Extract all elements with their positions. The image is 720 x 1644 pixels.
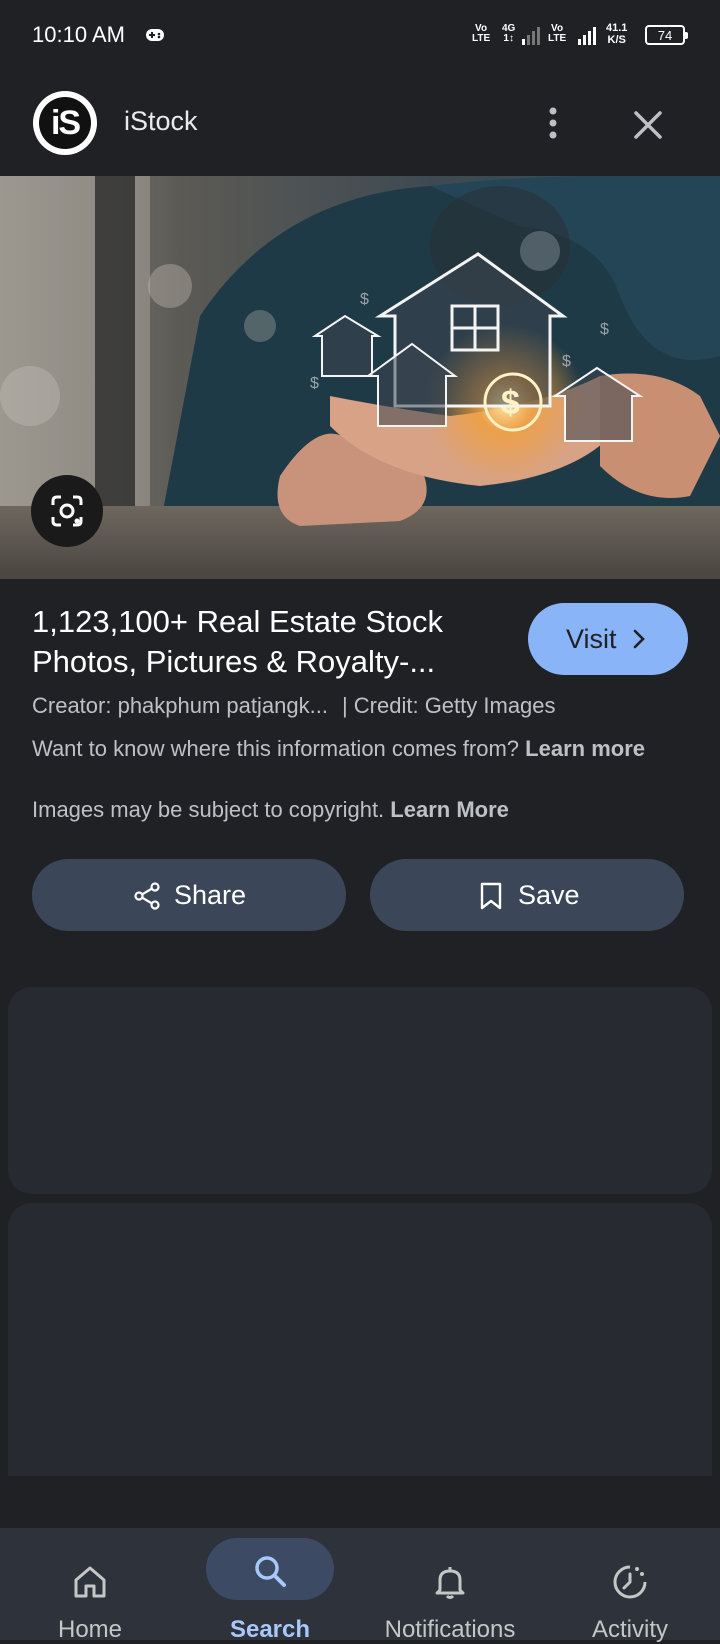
svg-text:$: $ — [310, 375, 319, 392]
google-lens-button[interactable] — [31, 475, 103, 547]
activity-icon — [610, 1562, 650, 1602]
nav-activity[interactable]: Activity — [540, 1528, 720, 1640]
nav-notifications[interactable]: Notifications — [360, 1528, 540, 1640]
signal-weak-icon — [520, 25, 542, 47]
network-4g-indicator: 4G1↕ — [502, 24, 515, 44]
game-controller-icon — [146, 28, 164, 42]
site-name: iStock — [124, 106, 198, 137]
related-content-card — [8, 1203, 712, 1476]
volte-indicator-2: VoLTE — [548, 24, 566, 44]
svg-text:$: $ — [600, 321, 609, 338]
status-bar: 10:10 AM VoLTE 4G1↕ VoLTE 41.1K/S 74 — [0, 0, 720, 72]
image-attribution: Creator: phakphum patjangk... | Credit: G… — [32, 693, 556, 719]
lens-camera-icon — [31, 475, 103, 547]
more-options-icon[interactable] — [538, 103, 568, 143]
site-logo: iS — [33, 91, 97, 155]
volte-indicator-1: VoLTE — [472, 24, 490, 44]
copyright-notice: Images may be subject to copyright. Lear… — [32, 797, 509, 823]
credit-text: | Credit: Getty Images — [342, 693, 556, 718]
status-time: 10:10 AM — [32, 22, 125, 48]
svg-text:$: $ — [562, 353, 571, 370]
copyright-learn-more-link[interactable]: Learn More — [390, 797, 509, 822]
battery-icon: 74 — [645, 25, 685, 45]
related-content-card — [8, 987, 712, 1194]
search-icon — [250, 1551, 290, 1591]
learn-more-link[interactable]: Learn more — [525, 736, 645, 761]
svg-text:$: $ — [501, 384, 520, 422]
signal-full-icon — [576, 25, 600, 47]
visit-button[interactable]: Visit — [528, 603, 688, 675]
close-icon[interactable] — [628, 105, 668, 145]
share-icon — [132, 881, 162, 911]
info-source-text: Want to know where this information come… — [32, 733, 692, 765]
source-header — [0, 72, 720, 176]
chevron-right-icon — [632, 629, 646, 649]
bookmark-icon — [478, 881, 504, 911]
result-image[interactable]: $ $ $ $ $ — [0, 176, 720, 579]
share-button[interactable]: Share — [32, 859, 346, 931]
result-title[interactable]: 1,123,100+ Real Estate Stock Photos, Pic… — [32, 602, 492, 682]
bottom-navigation: Home Search Notifications Activity — [0, 1528, 720, 1640]
save-button[interactable]: Save — [370, 859, 684, 931]
home-icon — [70, 1562, 110, 1602]
bell-icon — [430, 1562, 470, 1602]
nav-home[interactable]: Home — [0, 1528, 180, 1640]
battery-level: 74 — [647, 28, 683, 43]
network-speed: 41.1K/S — [606, 22, 627, 46]
svg-text:$: $ — [360, 291, 369, 308]
creator-text: Creator: phakphum patjangk... — [32, 693, 328, 718]
